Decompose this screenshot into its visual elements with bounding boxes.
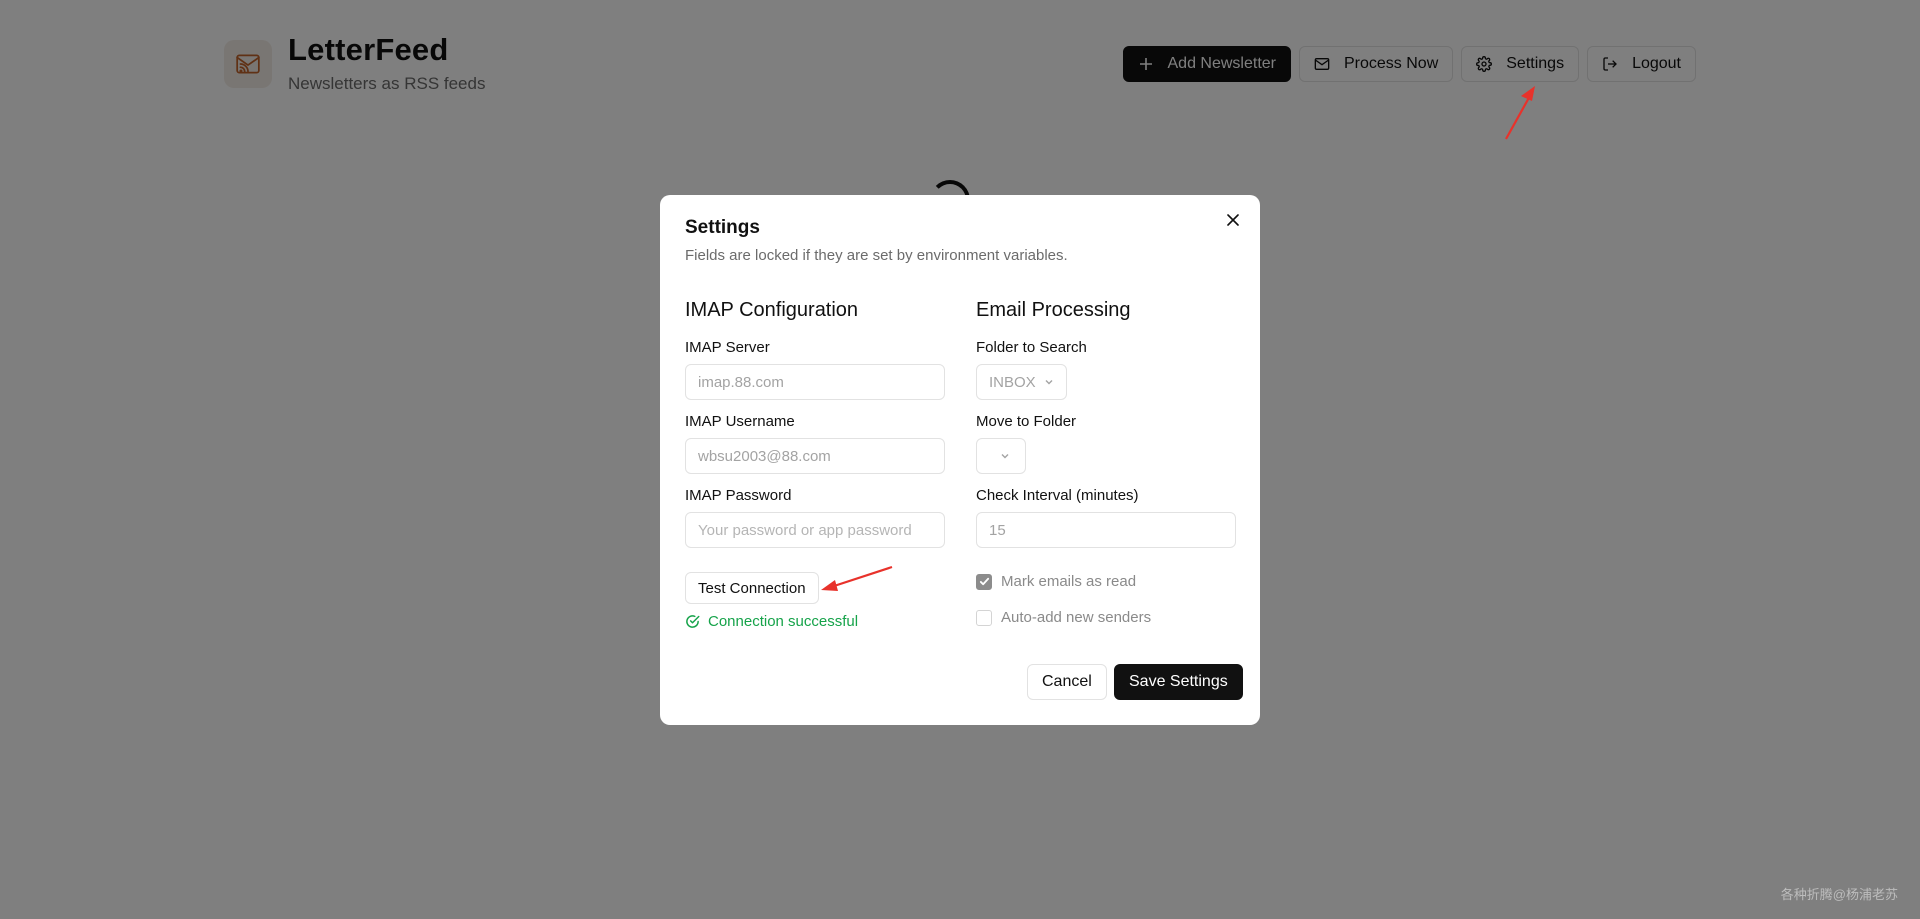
check-interval-input[interactable]: 15	[976, 512, 1236, 548]
check-interval-label: Check Interval (minutes)	[976, 487, 1139, 504]
imap-section: IMAP Configuration	[685, 299, 945, 327]
email-processing-heading: Email Processing	[976, 299, 1131, 321]
email-processing-section: Email Processing	[976, 299, 1236, 327]
move-to-folder-label: Move to Folder	[976, 413, 1077, 430]
mark-read-row[interactable]: Mark emails as read	[976, 573, 1136, 590]
imap-username-label: IMAP Username	[685, 413, 795, 430]
mark-read-label: Mark emails as read	[1001, 573, 1137, 590]
check-circle-icon	[686, 615, 700, 628]
chevron-down-icon	[1001, 454, 1009, 459]
imap-password-label: IMAP Password	[685, 487, 792, 504]
imap-username-input[interactable]: wbsu2003@88.com	[685, 438, 945, 474]
auto-add-row[interactable]: Auto-add new senders	[976, 609, 1151, 626]
dialog-title: Settings	[685, 217, 760, 238]
imap-server-label: IMAP Server	[685, 339, 770, 356]
dialog-description: Fields are locked if they are set by env…	[685, 247, 1068, 264]
save-settings-button[interactable]: Save Settings	[1114, 664, 1243, 700]
connection-status-text: Connection successful	[708, 613, 859, 630]
imap-password-input[interactable]: Your password or app password	[685, 512, 945, 548]
chevron-down-icon	[1045, 380, 1053, 385]
test-connection-button[interactable]: Test Connection	[685, 572, 819, 604]
folder-to-search-value: INBOX	[989, 373, 1036, 391]
auto-add-label: Auto-add new senders	[1001, 609, 1152, 626]
close-icon	[1227, 214, 1239, 226]
settings-dialog: Settings Fields are locked if they are s…	[660, 195, 1260, 725]
cancel-button[interactable]: Cancel	[1027, 664, 1107, 700]
move-to-folder-select[interactable]	[976, 438, 1026, 474]
watermark: 各种折腾@杨浦老苏	[1780, 887, 1898, 902]
folder-to-search-select[interactable]: INBOX	[976, 364, 1067, 400]
imap-heading: IMAP Configuration	[685, 299, 859, 321]
mark-read-checkbox[interactable]	[976, 573, 992, 590]
folder-to-search-label: Folder to Search	[976, 339, 1087, 356]
imap-server-input[interactable]: imap.88.com	[685, 364, 945, 400]
connection-status: Connection successful	[685, 613, 858, 630]
checkmark-icon	[979, 577, 989, 586]
auto-add-checkbox[interactable]	[976, 609, 992, 626]
close-button[interactable]	[1222, 209, 1244, 231]
